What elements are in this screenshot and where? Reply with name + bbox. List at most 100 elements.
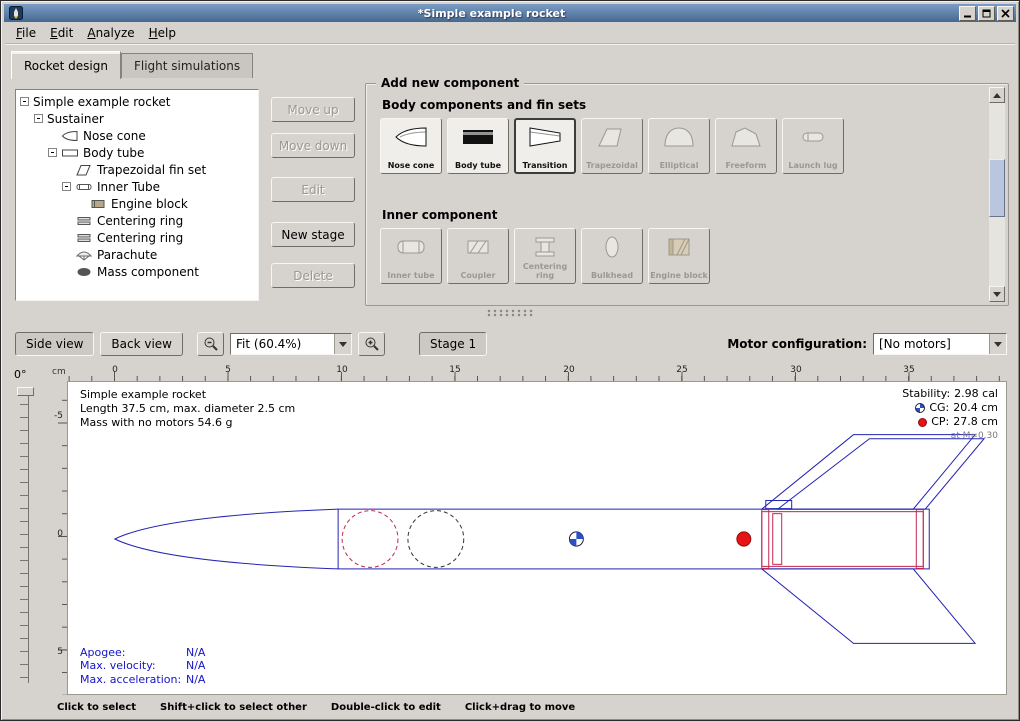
body-tube-outline[interactable] (338, 509, 929, 569)
component-button-elliptical[interactable]: Elliptical (648, 118, 710, 174)
tree-item-centering-ring-2[interactable]: Centering ring (16, 229, 258, 246)
component-tree: Simple example rocket Sustainer Nose con… (15, 89, 259, 301)
zoom-level-select[interactable]: Fit (60.4%) (230, 333, 352, 355)
scrollbar-down-button[interactable] (989, 286, 1005, 302)
component-button-engine-block[interactable]: Engine block (648, 228, 710, 284)
centering-ring-outline[interactable] (916, 510, 923, 569)
scrollbar-up-button[interactable] (989, 87, 1005, 103)
component-button-transition[interactable]: Transition (514, 118, 576, 174)
component-button-trapezoidal[interactable]: Trapezoidal (581, 118, 643, 174)
zoom-out-button[interactable] (197, 332, 224, 356)
edit-button[interactable]: Edit (271, 177, 355, 202)
centering-ring-outline[interactable] (762, 510, 769, 569)
rocket-mass: Mass with no motors 54.6 g (80, 416, 295, 430)
fin-outline[interactable] (778, 439, 984, 509)
combo-arrow[interactable] (334, 334, 351, 354)
collapse-toggle-icon[interactable] (34, 114, 43, 123)
motor-configuration-label: Motor configuration: (727, 337, 867, 351)
rocket-canvas[interactable]: Simple example rocket Length 37.5 cm, ma… (67, 381, 1007, 695)
tree-item-centering-ring-1[interactable]: Centering ring (16, 212, 258, 229)
menu-item-edit[interactable]: Edit (43, 23, 80, 43)
tick-label: 30 (787, 365, 805, 375)
centering-ring-icon (527, 234, 563, 260)
tab-flight-simulations[interactable]: Flight simulations (121, 53, 253, 78)
collapse-toggle-icon[interactable] (48, 148, 57, 157)
scrollbar-thumb[interactable] (989, 159, 1005, 217)
window-titlebar[interactable]: *Simple example rocket (4, 4, 1016, 22)
combo-arrow[interactable] (989, 334, 1006, 354)
minimize-button[interactable] (959, 6, 976, 21)
close-button[interactable] (997, 6, 1014, 21)
tree-item-rocket[interactable]: Simple example rocket (16, 93, 258, 110)
tree-item-nose-cone[interactable]: Nose cone (16, 127, 258, 144)
tick-label: 0 (106, 365, 124, 375)
component-button-launch-lug[interactable]: Launch lug (782, 118, 844, 174)
rotation-scale (20, 391, 28, 683)
main-tabs: Rocket design Flight simulations (11, 49, 253, 78)
hint: Click to select (57, 702, 136, 713)
component-button-centering-ring[interactable]: Centering ring (514, 228, 576, 284)
rotation-track[interactable] (28, 391, 29, 683)
component-button-bulkhead[interactable]: Bulkhead (581, 228, 643, 284)
side-view-button[interactable]: Side view (15, 332, 94, 356)
component-button-nose-cone[interactable]: Nose cone (380, 118, 442, 174)
tree-item-sustainer[interactable]: Sustainer (16, 110, 258, 127)
menu-item-file[interactable]: File (9, 23, 43, 43)
collapse-toggle-icon[interactable] (20, 97, 29, 106)
component-button-freeform[interactable]: Freeform (715, 118, 777, 174)
tree-item-inner-tube[interactable]: Inner Tube (16, 178, 258, 195)
cp-label: CP: (931, 415, 949, 429)
elliptical-fin-icon (661, 124, 697, 150)
fin-outline[interactable] (762, 435, 975, 509)
tab-rocket-design[interactable]: Rocket design (11, 51, 121, 79)
inner-tube-outline[interactable] (762, 512, 923, 567)
cg-marker (569, 532, 583, 546)
tree-item-trapezoidal-fin-set[interactable]: Trapezoidal fin set (16, 161, 258, 178)
engine-block-outline[interactable] (773, 514, 782, 565)
freeform-fin-icon (728, 124, 764, 150)
tree-item-body-tube[interactable]: Body tube (16, 144, 258, 161)
horizontal-splitter[interactable] (1, 309, 1019, 318)
application-window: *Simple example rocket File Edit Analyze… (0, 0, 1020, 721)
component-button-inner-tube[interactable]: Inner tube (380, 228, 442, 284)
parachute-outline[interactable] (342, 511, 398, 568)
nose-cone-outline[interactable] (115, 509, 338, 569)
stage-1-toggle[interactable]: Stage 1 (419, 332, 487, 356)
app-icon (9, 6, 23, 20)
chevron-down-icon (339, 342, 347, 351)
flight-value: N/A (186, 673, 205, 687)
tick-label: -5 (49, 411, 63, 421)
new-stage-button[interactable]: New stage (271, 222, 355, 247)
maximize-button[interactable] (978, 6, 995, 21)
rotation-thumb[interactable] (17, 387, 34, 396)
vertical-scrollbar[interactable] (989, 87, 1005, 302)
delete-button[interactable]: Delete (271, 263, 355, 288)
ruler-vertical: -5 0 5 (49, 381, 67, 695)
mass-component-icon (75, 266, 93, 278)
flight-info: Apogee:N/A Max. velocity:N/A Max. accele… (80, 646, 205, 687)
mass-component-outline[interactable] (408, 511, 464, 568)
cp-marker (737, 532, 751, 546)
component-button-coupler[interactable]: Coupler (447, 228, 509, 284)
rotation-slider[interactable]: 0° (7, 365, 49, 695)
component-button-body-tube[interactable]: Body tube (447, 118, 509, 174)
tree-item-mass-component[interactable]: Mass component (16, 263, 258, 280)
menu-item-help[interactable]: Help (142, 23, 183, 43)
move-up-button[interactable]: Move up (271, 97, 355, 122)
mach-note: at M=0.30 (902, 429, 998, 443)
zoom-in-button[interactable] (358, 332, 385, 356)
stability-value: 2.98 cal (954, 387, 998, 401)
move-down-button[interactable]: Move down (271, 133, 355, 158)
minimize-icon (963, 9, 972, 18)
collapse-toggle-icon[interactable] (62, 182, 71, 191)
flight-value: N/A (186, 659, 205, 673)
tree-item-parachute[interactable]: Parachute (16, 246, 258, 263)
motor-configuration-select[interactable]: [No motors] (873, 333, 1007, 355)
rocket-name: Simple example rocket (80, 388, 295, 402)
fin-outline[interactable] (762, 569, 975, 643)
hint: Shift+click to select other (160, 702, 307, 713)
back-view-button[interactable]: Back view (100, 332, 183, 356)
tick-label: 25 (673, 365, 691, 375)
tree-item-engine-block[interactable]: Engine block (16, 195, 258, 212)
menu-item-analyze[interactable]: Analyze (80, 23, 141, 43)
